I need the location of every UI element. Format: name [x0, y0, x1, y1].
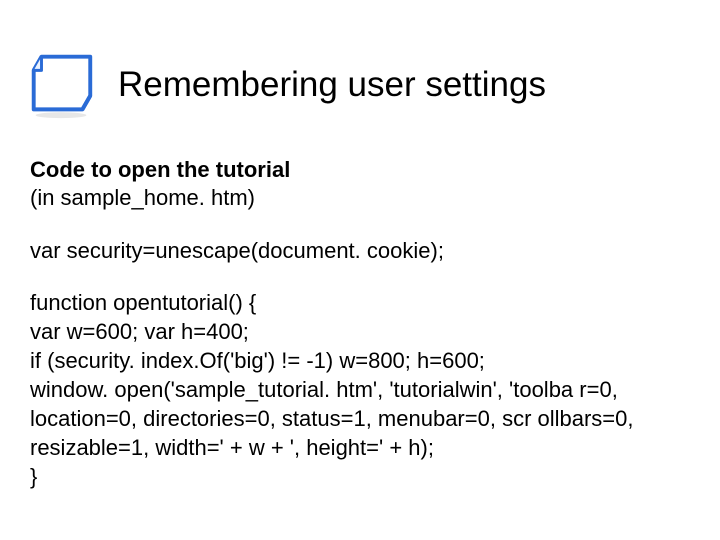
page-title: Remembering user settings — [118, 65, 546, 105]
title-row: Remembering user settings — [22, 50, 690, 120]
code-function-block: function opentutorial() { var w=600; var… — [30, 288, 690, 491]
section-subheading: (in sample_home. htm) — [30, 184, 690, 212]
section-heading: Code to open the tutorial — [30, 156, 690, 184]
code-fn-win: window. open('sample_tutorial. htm', 'tu… — [30, 377, 634, 460]
note-icon — [22, 50, 100, 120]
code-security-line: var security=unescape(document. cookie); — [30, 237, 690, 266]
code-fn-if: if (security. index.Of('big') != -1) w=8… — [30, 348, 485, 373]
code-fn-close: } — [30, 464, 37, 489]
slide: Remembering user settings Code to open t… — [0, 0, 720, 540]
code-fn-vars: var w=600; var h=400; — [30, 319, 249, 344]
code-fn-open: function opentutorial() { — [30, 290, 256, 315]
